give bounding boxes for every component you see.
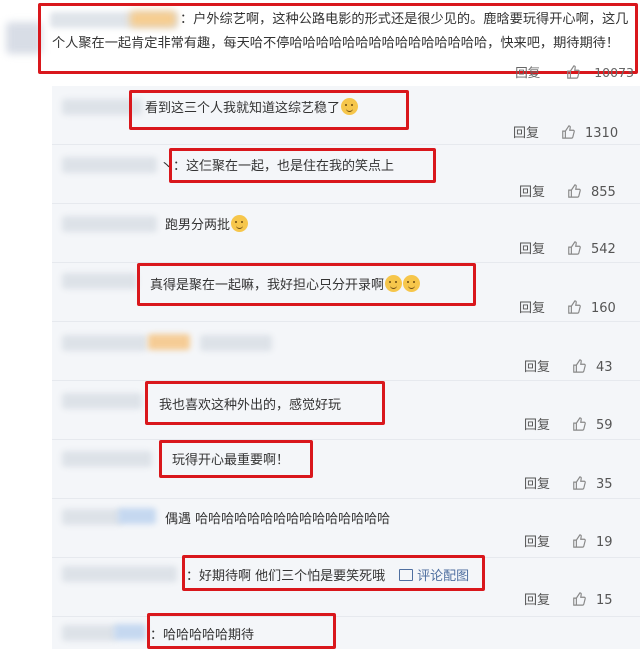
thumb-up-icon[interactable] xyxy=(572,534,586,548)
reply-author-blurred[interactable] xyxy=(62,393,142,409)
reply-list: 看到这三个人我就知道这综艺稳了 回复 1310 丶：这仨聚在一起，也是住在我的笑点… xyxy=(52,86,640,649)
reply-button[interactable]: 回复 xyxy=(519,181,545,200)
highlight-box xyxy=(147,613,336,649)
list-item: 丶：这仨聚在一起，也是住在我的笑点上 回复 855 xyxy=(52,145,640,203)
list-item: 跑男分两批 回复 542 xyxy=(52,204,640,262)
reply-button[interactable]: 回复 xyxy=(524,356,550,375)
avatar[interactable] xyxy=(6,22,42,54)
thumb-up-icon[interactable] xyxy=(566,65,581,79)
thumb-up-icon[interactable] xyxy=(567,300,581,314)
smile-emoji-icon xyxy=(231,215,249,232)
reply-button[interactable]: 回复 xyxy=(515,65,540,80)
list-item: 我也喜欢这种外出的，感觉好玩 回复 59 xyxy=(52,381,640,439)
reply-button[interactable]: 回复 xyxy=(519,297,545,316)
like-count: 542 xyxy=(591,242,616,257)
reply-actions: 回复 1310 xyxy=(513,122,618,141)
reply-button[interactable]: 回复 xyxy=(524,531,550,550)
like-count: 1310 xyxy=(585,126,619,141)
highlight-box xyxy=(145,381,385,425)
reply-actions: 回复 35 xyxy=(524,473,613,492)
reply-text-blurred xyxy=(200,335,272,351)
thumb-up-icon[interactable] xyxy=(561,125,575,139)
reply-actions: 回复 542 xyxy=(519,238,616,257)
highlight-box xyxy=(182,555,485,591)
reply-button[interactable]: 回复 xyxy=(519,238,545,257)
thumb-up-icon[interactable] xyxy=(572,359,586,373)
reply-author-blurred[interactable] xyxy=(62,335,147,351)
reply-badge-blurred xyxy=(118,508,156,524)
reply-actions: 回复 59 xyxy=(524,414,613,433)
reply-actions: 回复 43 xyxy=(524,356,613,375)
thumb-up-icon[interactable] xyxy=(572,592,586,606)
reply-button[interactable]: 回复 xyxy=(513,122,539,141)
list-item: 真得是聚在一起嘛，我好担心只分开录啊 回复 160 xyxy=(52,263,640,321)
reply-badge-blurred xyxy=(114,624,146,640)
reply-author-blurred[interactable] xyxy=(62,273,137,289)
highlight-box xyxy=(137,263,476,306)
thumb-up-icon[interactable] xyxy=(572,417,586,431)
like-count: 59 xyxy=(596,418,613,433)
reply-author-blurred[interactable] xyxy=(62,625,117,641)
list-item: 回复 43 xyxy=(52,322,640,380)
reply-author-blurred[interactable] xyxy=(62,216,157,232)
like-count: 160 xyxy=(591,301,616,316)
reply-actions: 回复 15 xyxy=(524,589,613,608)
highlight-box xyxy=(159,440,313,478)
reply-button[interactable]: 回复 xyxy=(524,414,550,433)
like-count: 19 xyxy=(596,535,613,550)
reply-author-blurred[interactable] xyxy=(62,157,157,173)
thumb-up-icon[interactable] xyxy=(567,184,581,198)
thumb-up-icon[interactable] xyxy=(567,241,581,255)
highlight-box xyxy=(169,148,436,183)
reply-author-blurred[interactable] xyxy=(62,509,122,525)
reply-actions: 回复 855 xyxy=(519,181,616,200)
thumb-up-icon[interactable] xyxy=(572,476,586,490)
list-item: ：哈哈哈哈哈期待 xyxy=(52,613,640,649)
list-item: 偶遇 哈哈哈哈哈哈哈哈哈哈哈哈哈哈哈 回复 19 xyxy=(52,499,640,557)
reply-badge-blurred xyxy=(148,334,190,350)
like-count: 43 xyxy=(596,360,613,375)
reply-author-blurred[interactable] xyxy=(62,566,177,582)
like-count: 35 xyxy=(596,477,613,492)
highlight-box xyxy=(129,90,409,130)
reply-text: 偶遇 哈哈哈哈哈哈哈哈哈哈哈哈哈哈哈 xyxy=(165,512,391,527)
reply-text: 跑男分两批 xyxy=(165,214,249,233)
reply-actions: 回复 19 xyxy=(524,531,613,550)
reply-button[interactable]: 回复 xyxy=(524,473,550,492)
like-count: 855 xyxy=(591,185,616,200)
like-count: 10073 xyxy=(594,65,634,80)
main-comment-actions: 回复 10073 xyxy=(515,62,634,81)
list-item: 看到这三个人我就知道这综艺稳了 回复 1310 xyxy=(52,86,640,144)
reply-author-blurred[interactable] xyxy=(62,451,152,467)
reply-actions: 回复 160 xyxy=(519,297,616,316)
list-item: 玩得开心最重要啊！ 回复 35 xyxy=(52,440,640,498)
reply-button[interactable]: 回复 xyxy=(524,589,550,608)
like-count: 15 xyxy=(596,593,613,608)
main-comment: ：户外综艺啊，这种公路电影的形式还是很少见的。鹿晗要玩得开心啊，这几个人聚在一起… xyxy=(0,0,640,80)
list-item: ：好期待啊 他们三个怕是要笑死哦 评论配图 回复 15 xyxy=(52,555,640,616)
